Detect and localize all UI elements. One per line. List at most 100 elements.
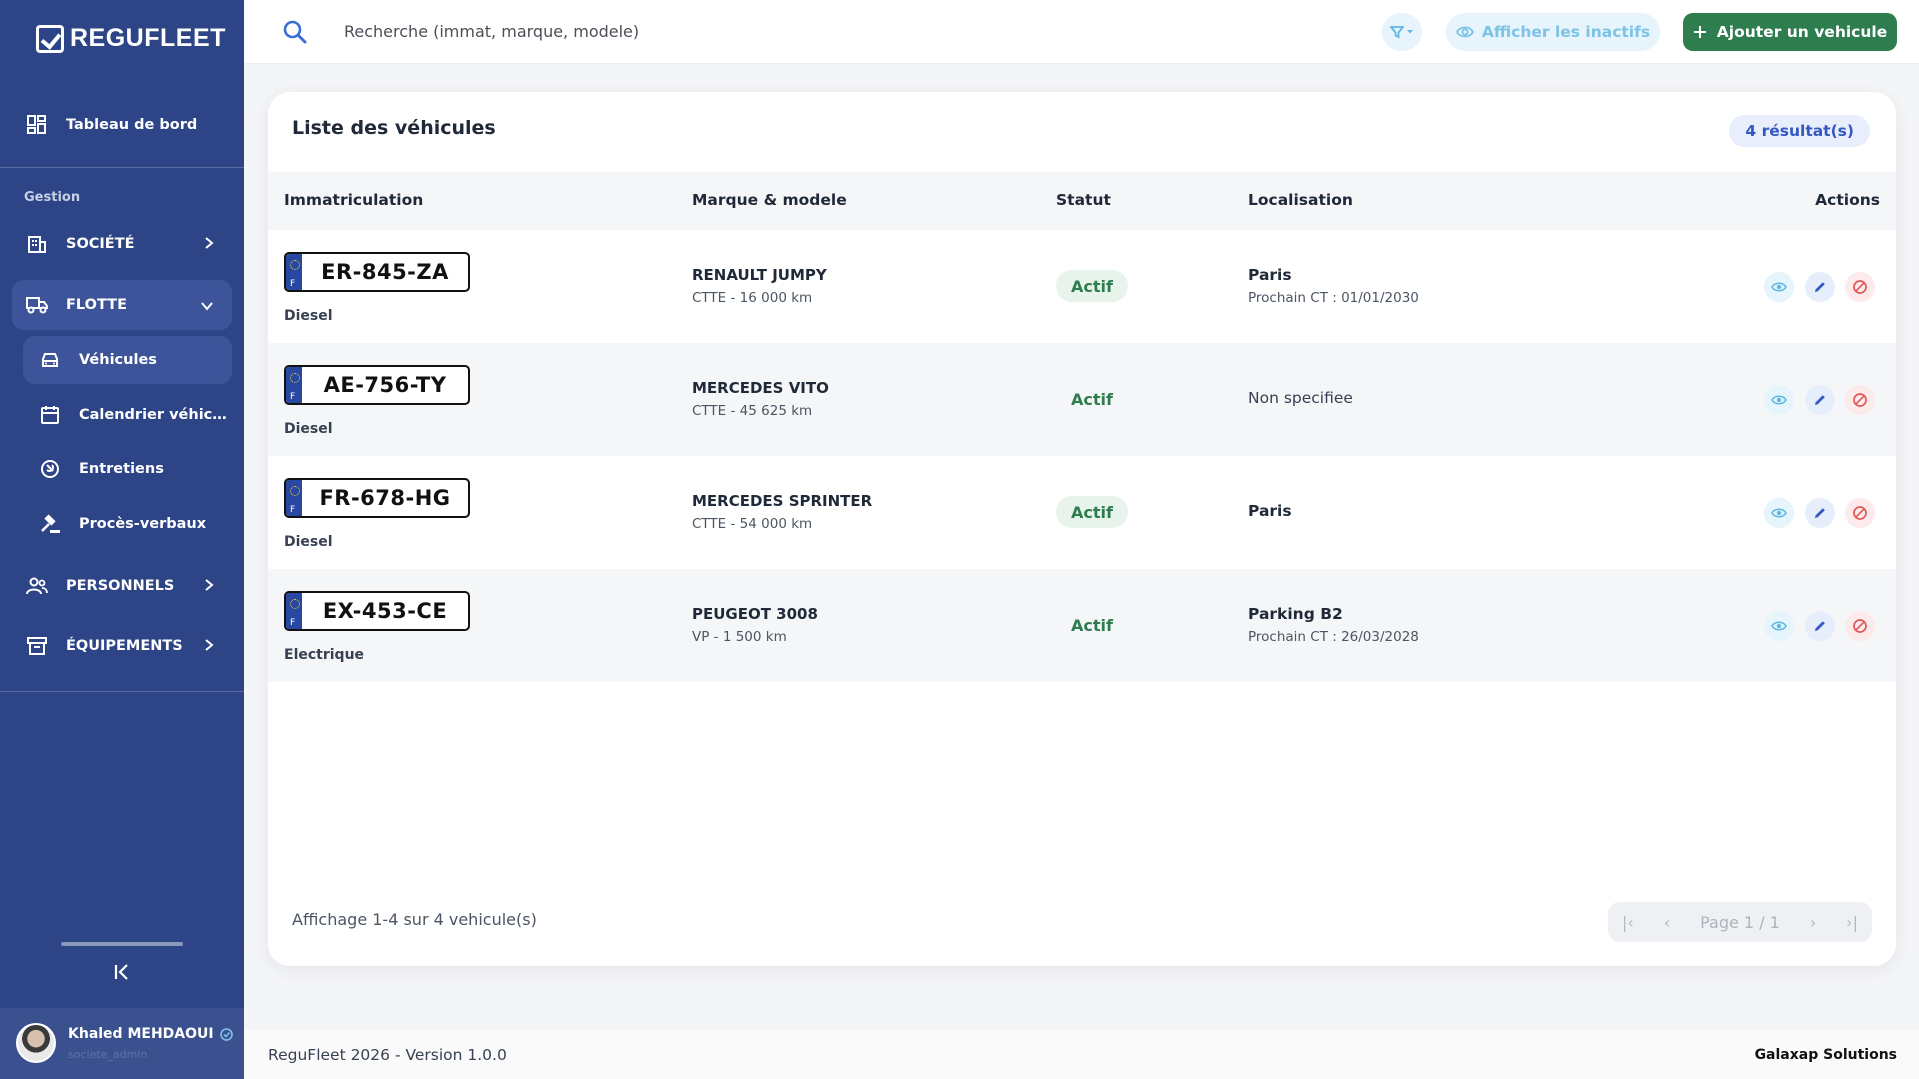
edit-button[interactable] (1805, 498, 1835, 528)
chevron-down-icon (200, 296, 214, 315)
dashboard-icon (26, 114, 48, 136)
table-row[interactable]: F FR-678-HG Diesel MERCEDES SPRINTER CTT… (268, 456, 1896, 569)
page-footer: ReguFleet 2026 - Version 1.0.0 Galaxap S… (244, 1030, 1919, 1079)
deactivate-button[interactable] (1845, 498, 1875, 528)
sidebar-item-entretiens[interactable]: Entretiens (23, 445, 232, 493)
sidebar-item-calendrier[interactable]: Calendrier véhicu... (23, 391, 232, 439)
last-page-button[interactable]: ›| (1846, 913, 1858, 932)
fuel-type: Diesel (284, 534, 333, 550)
filter-button[interactable] (1382, 13, 1422, 51)
column-header-marque-modele[interactable]: Marque & modele (692, 191, 847, 209)
avatar (16, 1023, 56, 1063)
collapse-sidebar-button[interactable] (108, 958, 136, 986)
status-badge: Actif (1056, 496, 1128, 528)
view-button[interactable] (1764, 385, 1794, 415)
table-row[interactable]: F EX-453-CE Electrique PEUGEOT 3008 VP -… (268, 569, 1896, 682)
people-icon (26, 575, 48, 597)
page-indicator: Page 1 / 1 (1700, 912, 1780, 932)
deactivate-button[interactable] (1845, 385, 1875, 415)
sidebar-item-label: Calendrier véhicu... (79, 407, 229, 423)
chevron-down-icon (1407, 30, 1413, 34)
sidebar-item-societe[interactable]: SOCIÉTÉ (12, 219, 232, 269)
edit-button[interactable] (1805, 272, 1835, 302)
view-button[interactable] (1764, 611, 1794, 641)
calendar-icon (39, 404, 61, 426)
vehicle-model: MERCEDES VITO (692, 379, 829, 397)
vehicle-details: CTTE - 54 000 km (692, 516, 813, 532)
show-inactive-button[interactable]: Afficher les inactifs (1446, 13, 1660, 51)
sidebar-item-equipements[interactable]: ÉQUIPEMENTS (12, 621, 232, 671)
search-input[interactable] (344, 14, 1044, 48)
deactivate-button[interactable] (1845, 272, 1875, 302)
fuel-type: Diesel (284, 308, 333, 324)
sidebar-item-proces-verbaux[interactable]: Procès-verbaux (23, 500, 232, 548)
collapse-icon (114, 964, 128, 980)
deactivate-button[interactable] (1845, 611, 1875, 641)
pencil-icon (1815, 395, 1825, 405)
view-button[interactable] (1764, 498, 1794, 528)
add-vehicle-button[interactable]: Ajouter un vehicule (1683, 13, 1897, 51)
eye-icon (1771, 508, 1787, 518)
topbar: Afficher les inactifs Ajouter un vehicul… (244, 0, 1919, 64)
license-plate: F FR-678-HG (284, 478, 470, 518)
first-page-button[interactable]: |‹ (1622, 913, 1634, 932)
user-profile[interactable]: Khaled MEHDAOUI societe_admin (0, 1008, 244, 1079)
sidebar: REGUFLEET Tableau de bord Gestion SOCIÉT… (0, 0, 244, 1079)
next-inspection: Prochain CT : 01/01/2030 (1248, 290, 1419, 306)
column-header-immatriculation[interactable]: Immatriculation (284, 191, 423, 209)
chevron-right-icon (204, 577, 214, 596)
chevron-right-icon (204, 637, 214, 656)
location: Paris (1248, 502, 1292, 520)
building-icon (26, 233, 48, 255)
block-icon (1853, 280, 1867, 294)
verified-icon (219, 1027, 233, 1041)
view-button[interactable] (1764, 272, 1794, 302)
edit-button[interactable] (1805, 385, 1835, 415)
status-badge: Actif (1071, 389, 1113, 409)
pencil-icon (1815, 508, 1825, 518)
search-icon[interactable] (282, 19, 308, 45)
pencil-icon (1815, 282, 1825, 292)
plate-number: ER-845-ZA (321, 260, 449, 284)
user-role: societe_admin (68, 1048, 148, 1061)
sidebar-item-label: ÉQUIPEMENTS (66, 638, 183, 654)
add-vehicle-label: Ajouter un vehicule (1716, 23, 1888, 41)
sidebar-item-dashboard[interactable]: Tableau de bord (12, 100, 232, 150)
result-count-badge: 4 résultat(s) (1729, 115, 1870, 147)
sidebar-item-personnels[interactable]: PERSONNELS (12, 561, 232, 611)
section-label: Gestion (24, 190, 81, 205)
vehicle-details: CTTE - 45 625 km (692, 403, 813, 419)
chevron-right-icon (204, 235, 214, 254)
block-icon (1853, 506, 1867, 520)
sidebar-item-label: Véhicules (79, 352, 157, 368)
status-badge: Actif (1071, 615, 1113, 635)
show-inactive-label: Afficher les inactifs (1481, 23, 1651, 41)
license-plate: F ER-845-ZA (284, 252, 470, 292)
eu-band-icon: F (286, 367, 302, 403)
sidebar-item-flotte[interactable]: FLOTTE (12, 280, 232, 330)
sidebar-item-vehicules[interactable]: Véhicules (23, 336, 232, 384)
truck-icon (26, 294, 48, 316)
column-header-statut[interactable]: Statut (1056, 191, 1111, 209)
prev-page-button[interactable]: ‹ (1664, 913, 1670, 932)
eu-band-icon: F (286, 593, 302, 629)
vehicle-model: RENAULT JUMPY (692, 266, 827, 284)
eye-icon (1771, 395, 1787, 405)
edit-button[interactable] (1805, 611, 1835, 641)
next-inspection: Prochain CT : 26/03/2028 (1248, 629, 1419, 645)
sidebar-scrollbar[interactable] (61, 942, 183, 946)
sidebar-item-label: PERSONNELS (66, 578, 175, 594)
eye-icon (1455, 26, 1474, 38)
check-logo-icon (36, 24, 64, 53)
column-header-localisation[interactable]: Localisation (1248, 191, 1353, 209)
sidebar-item-label: FLOTTE (66, 297, 127, 313)
next-page-button[interactable]: › (1810, 913, 1816, 932)
app-logo[interactable]: REGUFLEET (36, 24, 226, 53)
table-row[interactable]: F AE-756-TY Diesel MERCEDES VITO CTTE - … (268, 343, 1896, 456)
table-row[interactable]: F ER-845-ZA Diesel RENAULT JUMPY CTTE - … (268, 230, 1896, 343)
vehicle-list-card: Liste des véhicules 4 résultat(s) Immatr… (268, 92, 1896, 966)
gavel-icon (39, 513, 61, 535)
pencil-icon (1815, 621, 1825, 631)
fuel-type: Diesel (284, 421, 333, 437)
plate-country: F (290, 618, 296, 628)
